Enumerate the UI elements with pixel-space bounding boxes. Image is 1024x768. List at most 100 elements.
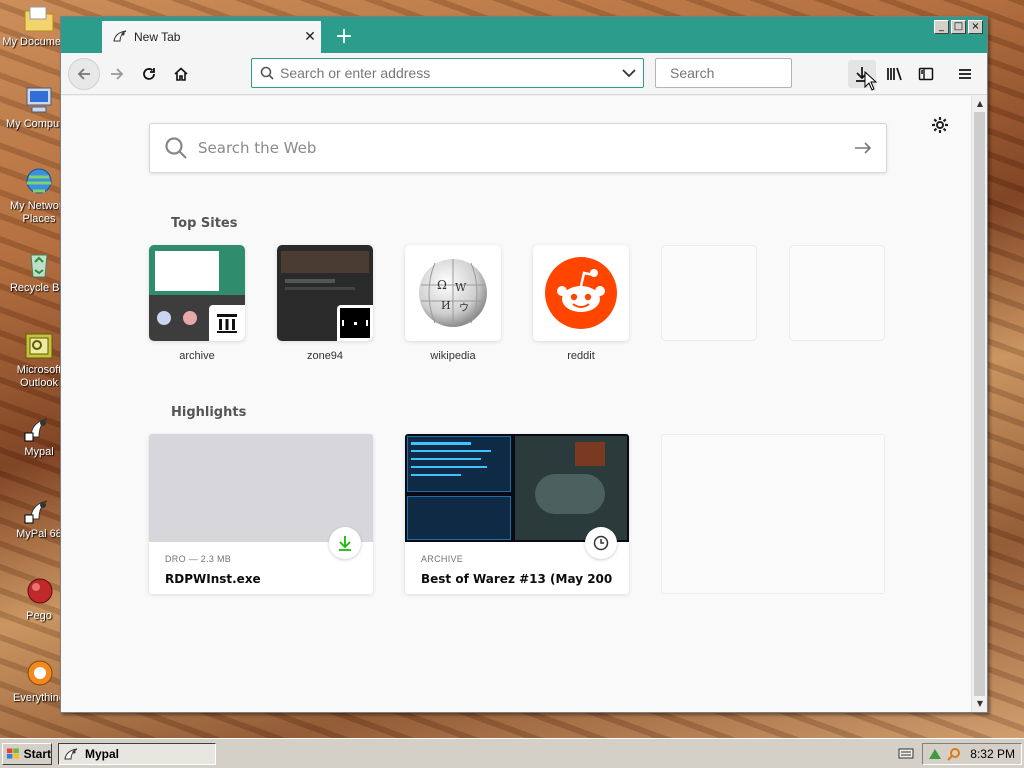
sidebar-icon <box>918 67 934 81</box>
sidebar-button[interactable] <box>912 60 940 88</box>
site-label: reddit <box>567 350 595 362</box>
mypal-icon <box>22 412 56 444</box>
scroll-thumb[interactable] <box>974 112 985 696</box>
site-thumbnail <box>149 245 245 341</box>
arrow-right-icon[interactable] <box>854 141 872 155</box>
library-icon <box>887 67 902 81</box>
vertical-scrollbar[interactable]: ▲ ▼ <box>971 96 987 712</box>
new-tab-page: Top Sites archive <box>61 96 971 712</box>
wikipedia-globe-icon: Ω W И ウ <box>405 245 501 341</box>
top-site-empty-slot <box>661 245 757 341</box>
home-button[interactable] <box>167 60 195 88</box>
close-tab-icon[interactable]: ✕ <box>299 26 321 48</box>
reload-button[interactable] <box>135 60 163 88</box>
top-site-wikipedia[interactable]: Ω W И ウ wikipedia <box>405 245 501 362</box>
computer-icon <box>22 84 56 116</box>
search-icon <box>165 137 187 159</box>
svg-text:ウ: ウ <box>459 302 469 314</box>
url-input[interactable] <box>280 65 615 81</box>
desktop-icon-label: Everything <box>13 692 65 704</box>
scroll-down-icon[interactable]: ▼ <box>974 698 986 710</box>
windows-logo-icon <box>6 748 19 759</box>
back-button[interactable] <box>68 58 100 90</box>
site-label: wikipedia <box>430 350 476 362</box>
history-badge <box>585 527 617 559</box>
search-input[interactable] <box>670 65 851 81</box>
title-bar: New Tab ✕ + _ □ × <box>61 17 987 53</box>
library-button[interactable] <box>881 60 909 88</box>
search-bar[interactable] <box>655 58 851 88</box>
browser-window: New Tab ✕ + _ □ × Search or enter addres… <box>60 16 988 713</box>
top-sites-heading: Top Sites <box>171 216 238 231</box>
archive-logo-icon <box>209 305 245 341</box>
everything-icon <box>22 658 56 690</box>
tab-new-tab[interactable]: New Tab ✕ <box>102 21 321 53</box>
gear-icon[interactable] <box>929 114 951 136</box>
card-thumbnail <box>149 434 373 542</box>
back-arrow-icon <box>77 68 90 80</box>
card-context: DRO — 2.3 MB <box>165 554 232 564</box>
taskbar: Start Mypal 8:32 PM <box>0 738 1024 768</box>
svg-text:И: И <box>441 299 451 312</box>
mypal-icon <box>64 748 78 760</box>
desktop-icon-label: Microsoft Outlook <box>16 364 62 389</box>
url-dropdown-icon[interactable] <box>615 59 643 87</box>
forward-arrow-icon <box>111 68 124 80</box>
menu-button[interactable] <box>951 60 979 88</box>
svg-text:Ω: Ω <box>437 278 447 292</box>
card-thumbnail <box>405 434 629 542</box>
scroll-up-icon[interactable]: ▲ <box>974 98 986 110</box>
close-window-button[interactable]: × <box>968 20 983 34</box>
maximize-button[interactable]: □ <box>951 20 966 34</box>
start-button[interactable]: Start <box>2 743 52 765</box>
card-context: ARCHIVE <box>421 554 464 564</box>
search-icon <box>260 66 274 80</box>
reddit-logo-icon <box>533 245 629 341</box>
svg-text:W: W <box>455 281 467 294</box>
tab-title: New Tab <box>134 30 181 44</box>
desktop-icon-label: Mypal <box>24 446 54 458</box>
forward-button[interactable] <box>103 60 131 88</box>
url-bar[interactable] <box>251 58 644 88</box>
desktop-icon-label: Pego <box>26 610 52 622</box>
web-search-box[interactable] <box>149 123 887 173</box>
outlook-icon <box>22 330 56 362</box>
web-search-input[interactable] <box>198 139 854 157</box>
download-badge <box>329 527 361 559</box>
highlight-card-download[interactable]: DRO — 2.3 MB RDPWInst.exe <box>149 434 373 594</box>
taskbar-item-mypal[interactable]: Mypal <box>58 743 216 765</box>
clock[interactable]: 8:32 PM <box>970 747 1015 761</box>
top-site-reddit[interactable]: reddit <box>533 245 629 362</box>
top-site-zone94[interactable]: zone94 <box>277 245 373 362</box>
pego-icon <box>22 576 56 608</box>
clock-icon <box>593 535 609 551</box>
home-icon <box>174 67 188 81</box>
mypal-tab-icon <box>112 29 128 46</box>
site-thumbnail <box>277 245 373 341</box>
zone94-logo-icon <box>337 305 373 341</box>
desktop-icon-label: MyPal 68 <box>16 528 62 540</box>
nav-toolbar <box>61 53 987 95</box>
highlight-card-archive[interactable]: ARCHIVE Best of Warez #13 (May 2002) (..… <box>405 434 629 594</box>
minimize-button[interactable]: _ <box>934 20 949 34</box>
network-icon <box>22 166 56 198</box>
top-site-empty-slot <box>789 245 885 341</box>
hamburger-menu-icon <box>959 69 971 79</box>
mypal-icon <box>22 494 56 526</box>
search-tray-icon[interactable] <box>947 747 961 761</box>
site-label: archive <box>179 350 215 362</box>
window-controls: _ □ × <box>934 20 983 34</box>
system-tray: 8:32 PM <box>922 743 1022 765</box>
reload-icon <box>143 68 155 80</box>
site-label: zone94 <box>306 350 344 362</box>
highlight-empty-slot <box>661 434 885 594</box>
card-title: RDPWInst.exe <box>165 572 261 586</box>
top-site-archive[interactable]: archive <box>149 245 245 362</box>
keyboard-icon[interactable] <box>898 747 914 762</box>
folder-icon <box>22 2 56 34</box>
new-tab-button[interactable]: + <box>331 23 357 49</box>
highlights-heading: Highlights <box>171 405 247 420</box>
network-tray-icon[interactable] <box>928 747 942 761</box>
download-icon <box>339 536 351 551</box>
card-title: Best of Warez #13 (May 2002) (... <box>421 572 613 586</box>
